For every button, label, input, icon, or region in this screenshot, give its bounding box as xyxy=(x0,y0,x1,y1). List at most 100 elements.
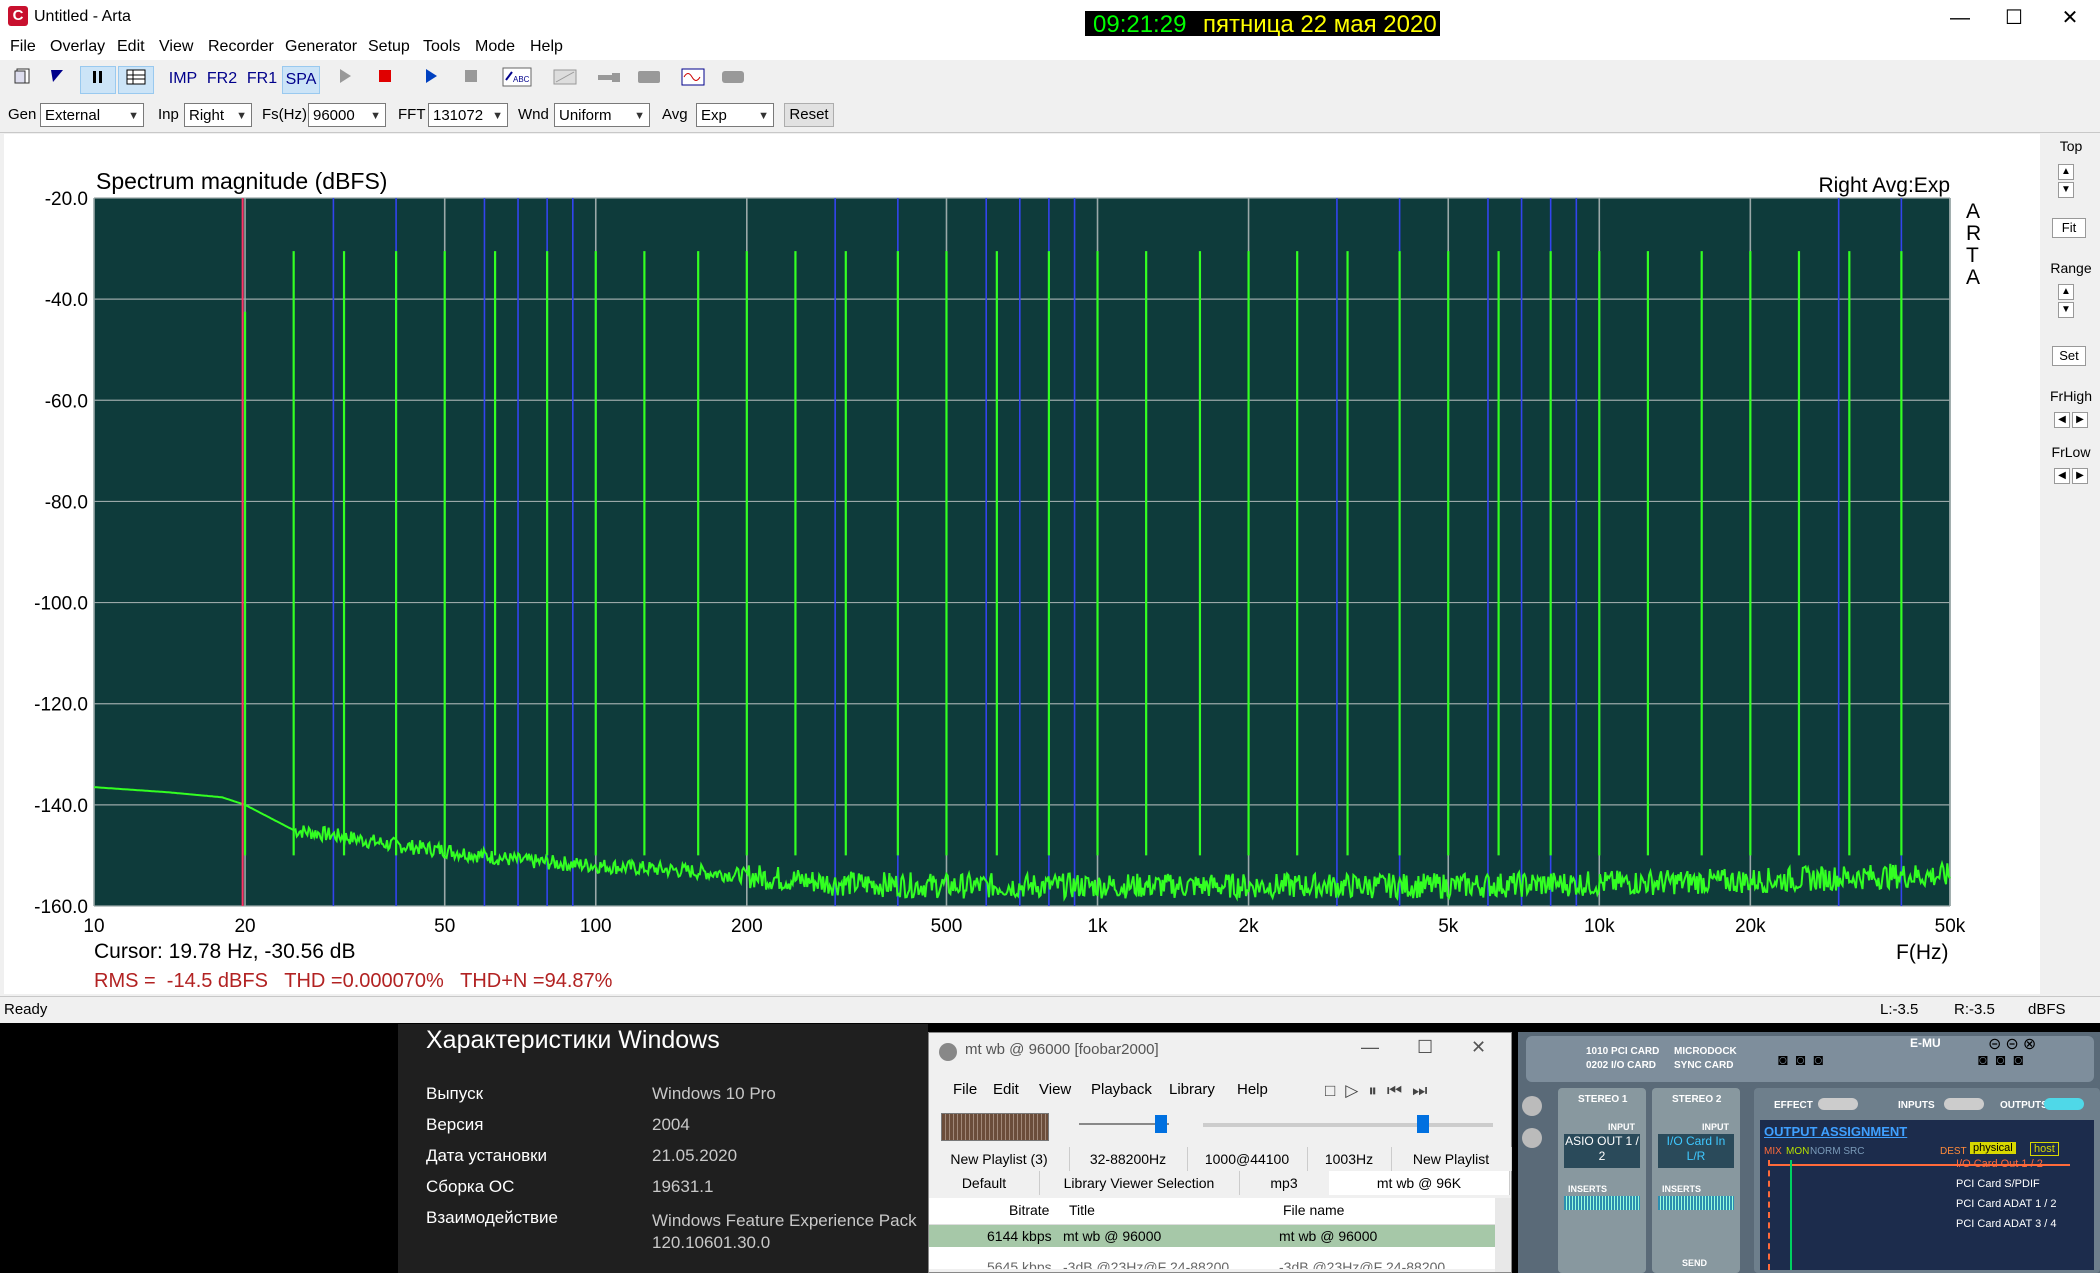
playlist-tab[interactable]: New Playlist (3) xyxy=(929,1147,1070,1171)
foobar-maximize-button[interactable]: ☐ xyxy=(1417,1037,1433,1058)
playlist-tab[interactable]: 32-88200Hz xyxy=(1069,1147,1188,1171)
close-button[interactable]: ✕ xyxy=(2050,6,2090,30)
playlist-tab[interactable]: mp3 xyxy=(1239,1171,1330,1195)
host-tab[interactable]: host xyxy=(2030,1142,2059,1156)
menu-overlay[interactable]: Overlay xyxy=(50,38,105,56)
table-view-icon[interactable] xyxy=(118,66,154,94)
overlay-icon[interactable] xyxy=(550,66,580,92)
foobar-menu-playback[interactable]: Playback xyxy=(1091,1081,1152,1098)
column-filename[interactable]: File name xyxy=(1283,1202,1344,1218)
foobar-menu-edit[interactable]: Edit xyxy=(993,1081,1019,1098)
menu-mode[interactable]: Mode xyxy=(475,38,515,56)
play-icon[interactable] xyxy=(332,66,358,92)
range-down-button[interactable]: ▼ xyxy=(2058,302,2074,318)
emu-side-knob[interactable] xyxy=(1522,1128,1542,1148)
emu-side-knob[interactable] xyxy=(1522,1096,1542,1116)
fs-select[interactable]: 96000 ▼ xyxy=(308,103,386,127)
stop-record-icon[interactable] xyxy=(372,66,398,92)
frhigh-left-button[interactable]: ◀ xyxy=(2054,412,2070,428)
foobar-seek-slider[interactable] xyxy=(1417,1115,1429,1133)
menu-generator[interactable]: Generator xyxy=(285,38,357,56)
fit-button[interactable]: Fit xyxy=(2052,218,2086,238)
effect-toggle[interactable] xyxy=(1818,1098,1858,1110)
frlow-right-button[interactable]: ▶ xyxy=(2072,468,2088,484)
table-row[interactable]: 5645 kbps -3dB @23Hz@F 24-88200 -3dB @23… xyxy=(929,1247,1495,1269)
emu-toolbar-icons[interactable]: ◙◙◙ xyxy=(1778,1052,1831,1070)
reset-button[interactable]: Reset xyxy=(784,103,834,127)
strip-input-value[interactable]: I/O Card In L/R xyxy=(1658,1134,1734,1168)
foobar-seek-track[interactable] xyxy=(1203,1123,1493,1127)
foobar-minimize-button[interactable]: — xyxy=(1361,1037,1379,1058)
strip-send-label: SEND xyxy=(1682,1258,1708,1268)
emu-window-icons[interactable]: ⊝⊝⊗ xyxy=(1988,1034,2040,1054)
top-up-button[interactable]: ▲ xyxy=(2058,164,2074,180)
spectrum-chart[interactable]: Spectrum magnitude (dBFS) Right Avg:Exp … xyxy=(4,134,2040,994)
output-dest[interactable]: I/O Card Out 1 / 2 xyxy=(1956,1158,2043,1170)
playlist-tab[interactable]: New Playlist xyxy=(1391,1147,1512,1171)
playlist-tab[interactable]: Default xyxy=(929,1171,1040,1195)
inputs-toggle[interactable] xyxy=(1944,1098,1984,1110)
menu-recorder[interactable]: Recorder xyxy=(208,38,274,56)
foobar-volume-slider[interactable] xyxy=(1155,1115,1167,1133)
generator-icon[interactable] xyxy=(718,66,748,92)
menu-file[interactable]: File xyxy=(10,38,36,56)
playlist-tab-active[interactable]: mt wb @ 96K xyxy=(1329,1171,1510,1195)
menu-tools[interactable]: Tools xyxy=(423,38,460,56)
playlist-tab[interactable]: 1000@44100 xyxy=(1187,1147,1308,1171)
new-file-icon[interactable] xyxy=(10,66,36,92)
emu-nav-icons[interactable]: ◙◙◙ xyxy=(1978,1052,2031,1070)
x-tick-label: 10k xyxy=(1584,916,1615,937)
column-bitrate[interactable]: Bitrate xyxy=(1009,1202,1049,1218)
y-axis-ticks: -20.0 -40.0 -60.0 -80.0 -100.0 -120.0 -140.0 -1… xyxy=(34,189,88,918)
spa-mode-button[interactable]: SPA xyxy=(282,66,320,94)
foobar-close-button[interactable]: ✕ xyxy=(1471,1037,1486,1058)
foobar-visualizer xyxy=(941,1113,1049,1141)
strip-input-value[interactable]: ASIO OUT 1 / 2 xyxy=(1564,1134,1640,1168)
menu-help[interactable]: Help xyxy=(530,38,563,56)
scope-icon[interactable] xyxy=(678,66,708,92)
foobar-menu-file[interactable]: File xyxy=(953,1081,977,1098)
output-dest[interactable]: PCI Card ADAT 1 / 2 xyxy=(1956,1198,2056,1210)
menu-setup[interactable]: Setup xyxy=(368,38,410,56)
fft-select[interactable]: 131072 ▼ xyxy=(428,103,508,127)
avg-select[interactable]: Exp ▼ xyxy=(696,103,774,127)
playlist-tab[interactable]: 1003Hz xyxy=(1307,1147,1392,1171)
maximize-button[interactable]: ☐ xyxy=(1994,6,2034,30)
foobar-menu-help[interactable]: Help xyxy=(1237,1081,1268,1098)
pause-icon[interactable] xyxy=(80,66,116,94)
brand-letter: T xyxy=(1966,244,1979,267)
probe-icon[interactable] xyxy=(594,66,624,92)
winspec-value: 21.05.2020 xyxy=(652,1146,738,1165)
frlow-left-button[interactable]: ◀ xyxy=(2054,468,2070,484)
range-up-button[interactable]: ▲ xyxy=(2058,284,2074,300)
table-row[interactable]: 6144 kbps mt wb @ 96000 mt wb @ 96000 xyxy=(929,1225,1495,1247)
output-dest[interactable]: PCI Card S/PDIF xyxy=(1956,1178,2040,1190)
spectrum-plot-area[interactable]: Spectrum magnitude (dBFS) Right Avg:Exp … xyxy=(4,134,2040,994)
wnd-select[interactable]: Uniform ▼ xyxy=(554,103,650,127)
outputs-toggle[interactable] xyxy=(2044,1098,2084,1110)
foobar-menu-view[interactable]: View xyxy=(1039,1081,1071,1098)
set-button[interactable]: Set xyxy=(2052,346,2086,366)
physical-tab[interactable]: physical xyxy=(1970,1142,2016,1154)
run-icon[interactable] xyxy=(418,66,444,92)
device-icon[interactable] xyxy=(634,66,664,92)
column-title[interactable]: Title xyxy=(1069,1202,1095,1218)
abc-edit-icon[interactable]: ABC xyxy=(500,66,534,92)
menu-edit[interactable]: Edit xyxy=(117,38,145,56)
imp-mode-button[interactable]: IMP xyxy=(166,66,200,92)
inp-select[interactable]: Right ▼ xyxy=(184,103,252,127)
menu-view[interactable]: View xyxy=(159,38,193,56)
fr1-mode-button[interactable]: FR1 xyxy=(244,66,280,92)
foobar-menu-library[interactable]: Library xyxy=(1169,1081,1215,1098)
frhigh-right-button[interactable]: ▶ xyxy=(2072,412,2088,428)
output-dest[interactable]: PCI Card ADAT 3 / 4 xyxy=(1956,1218,2056,1230)
stop-icon[interactable] xyxy=(458,66,484,92)
playlist-tab[interactable]: Library Viewer Selection xyxy=(1039,1171,1240,1195)
top-down-button[interactable]: ▼ xyxy=(2058,182,2074,198)
fr2-mode-button[interactable]: FR2 xyxy=(204,66,240,92)
minimize-button[interactable]: — xyxy=(1940,6,1980,30)
gen-select[interactable]: External ▼ xyxy=(40,103,144,127)
foobar-transport-icons[interactable]: □▷⏸⏮⏭ xyxy=(1325,1081,1437,1101)
open-file-icon[interactable] xyxy=(44,66,70,92)
playlist-scrollbar[interactable] xyxy=(1495,1198,1511,1272)
